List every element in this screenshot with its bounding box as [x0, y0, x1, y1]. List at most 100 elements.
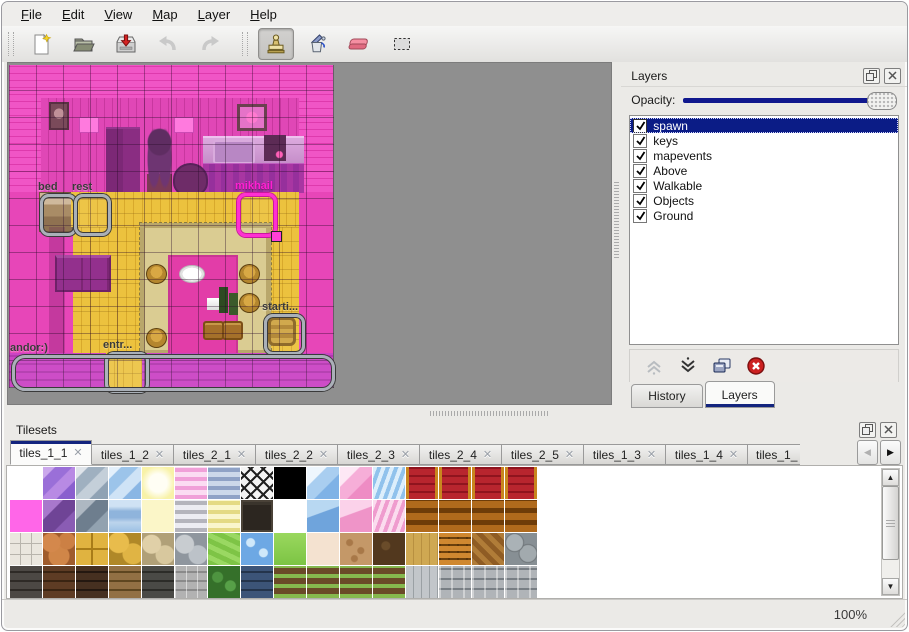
farm-row-tile[interactable] — [340, 566, 372, 598]
tileset-tab-tiles_2_1[interactable]: tiles_2_1✕ — [174, 444, 256, 465]
layer-visible-checkbox[interactable] — [633, 164, 647, 178]
red-band-tile[interactable] — [505, 467, 537, 499]
red-band-tile[interactable] — [472, 467, 504, 499]
lattice-tile[interactable] — [241, 467, 273, 499]
yellow-tile-tile[interactable] — [76, 533, 108, 565]
rect-select-tool-button[interactable] — [384, 28, 420, 60]
sand-tile[interactable] — [307, 533, 339, 565]
close-panel-button[interactable] — [880, 422, 897, 438]
tileset-tab-tiles_2_4[interactable]: tiles_2_4✕ — [420, 444, 502, 465]
opacity-slider[interactable] — [683, 92, 897, 108]
layer-row-Ground[interactable]: Ground — [630, 208, 898, 223]
float-panel-button[interactable] — [863, 68, 880, 84]
toolbar-grip[interactable] — [242, 32, 248, 56]
darkbrown-brick-tile[interactable] — [76, 566, 108, 598]
layer-row-Above[interactable]: Above — [630, 163, 898, 178]
orange-cobble-tile[interactable] — [43, 533, 75, 565]
menu-map[interactable]: Map — [143, 4, 186, 25]
tileset-tab-tiles_2_2[interactable]: tiles_2_2✕ — [256, 444, 338, 465]
layer-visible-checkbox[interactable] — [633, 209, 647, 223]
tileset-tab-tiles_2_3[interactable]: tiles_2_3✕ — [338, 444, 420, 465]
eraser-tool-button[interactable] — [342, 28, 378, 60]
map-object-mikhail[interactable] — [237, 193, 277, 237]
scroll-tabs-left-button[interactable]: ◀ — [857, 440, 878, 465]
brown-brick-tile[interactable] — [43, 566, 75, 598]
menu-help[interactable]: Help — [241, 4, 286, 25]
menu-edit[interactable]: Edit — [53, 4, 93, 25]
purple-glass-tile[interactable] — [43, 467, 75, 499]
water-sparkle-tile[interactable] — [241, 533, 273, 565]
layer-row-Walkable[interactable]: Walkable — [630, 178, 898, 193]
farm-row-tile[interactable] — [373, 566, 405, 598]
white-tile[interactable] — [10, 467, 42, 499]
brown-band-tile[interactable] — [406, 500, 438, 532]
brown-band-tile[interactable] — [472, 500, 504, 532]
tileset-tab-tiles_1_3[interactable]: tiles_1_3✕ — [584, 444, 666, 465]
tileset-view[interactable]: ▲ ▼ — [6, 465, 903, 599]
map-object-rest[interactable] — [74, 194, 111, 236]
tileset-scrollbar[interactable]: ▲ ▼ — [881, 468, 900, 596]
red-band-tile[interactable] — [439, 467, 471, 499]
tileset-tab-tiles_1_2[interactable]: tiles_1_2✕ — [92, 444, 174, 465]
basketweave-tile[interactable] — [439, 533, 471, 565]
tab-close-icon[interactable]: ✕ — [729, 448, 738, 461]
magenta-tile[interactable] — [10, 500, 42, 532]
gray-cobble-tile[interactable] — [175, 533, 207, 565]
splitter-grip[interactable] — [430, 411, 550, 416]
gray-brick2-tile[interactable] — [439, 566, 471, 598]
herringbone-tile[interactable] — [472, 533, 504, 565]
close-panel-button[interactable] — [884, 68, 901, 84]
dark-brick-tile[interactable] — [10, 566, 42, 598]
layer-row-spawn[interactable]: spawn — [630, 118, 898, 133]
map-object-andor[interactable] — [12, 355, 335, 391]
pink-stripes-tile[interactable] — [175, 467, 207, 499]
darkpurple-glass-tile[interactable] — [43, 500, 75, 532]
pink-glass-tile[interactable] — [340, 467, 372, 499]
gray-glass-tile[interactable] — [76, 467, 108, 499]
tab-close-icon[interactable]: ✕ — [401, 448, 410, 461]
delete-layer-button[interactable] — [744, 354, 768, 378]
raise-layer-button[interactable] — [642, 354, 666, 378]
wood-planks-tile[interactable] — [406, 533, 438, 565]
opacity-slider-track[interactable] — [683, 98, 893, 103]
map-object-starti[interactable] — [264, 314, 305, 355]
menu-layer[interactable]: Layer — [189, 4, 240, 25]
vertical-splitter[interactable] — [612, 62, 621, 408]
blue-glass-tile[interactable] — [109, 467, 141, 499]
slate-stripes-tile[interactable] — [208, 467, 240, 499]
brown-band-tile[interactable] — [439, 500, 471, 532]
save-file-button[interactable] — [108, 28, 144, 60]
farm-row-tile[interactable] — [274, 566, 306, 598]
toolbar-grip[interactable] — [8, 32, 14, 56]
gray-brick2-tile[interactable] — [472, 566, 504, 598]
stamp-tool-button[interactable] — [258, 28, 294, 60]
gray-stripes-tile[interactable] — [175, 500, 207, 532]
layer-visible-checkbox[interactable] — [633, 149, 647, 163]
layer-row-keys[interactable]: keys — [630, 133, 898, 148]
tab-close-icon[interactable]: ✕ — [237, 448, 246, 461]
beige-cobble-tile[interactable] — [142, 533, 174, 565]
tab-close-icon[interactable]: ✕ — [155, 448, 164, 461]
yellow-cobble-tile[interactable] — [109, 533, 141, 565]
new-file-button[interactable] — [24, 28, 60, 60]
tab-close-icon[interactable]: ✕ — [647, 448, 656, 461]
blue-brick-tile[interactable] — [241, 566, 273, 598]
scroll-down-button[interactable]: ▼ — [882, 578, 899, 595]
tab-close-icon[interactable]: ✕ — [483, 448, 492, 461]
layer-visible-checkbox[interactable] — [633, 194, 647, 208]
stone-path-tile[interactable] — [10, 533, 42, 565]
gray-brick2-tile[interactable] — [505, 566, 537, 598]
stone-circles-tile[interactable] — [505, 533, 537, 565]
pink-fill-tile[interactable] — [340, 500, 372, 532]
tileset-tab-tiles_1_4[interactable]: tiles_1_4✕ — [666, 444, 748, 465]
fill-tool-button[interactable] — [300, 28, 336, 60]
duplicate-layer-button[interactable] — [710, 354, 734, 378]
layer-visible-checkbox[interactable] — [633, 179, 647, 193]
layer-visible-checkbox[interactable] — [633, 119, 647, 133]
horizontal-splitter[interactable] — [2, 408, 907, 419]
blue-glass2-tile[interactable] — [307, 467, 339, 499]
tab-close-icon[interactable]: ✕ — [319, 448, 328, 461]
black-tile[interactable] — [274, 467, 306, 499]
object-resize-handle[interactable] — [271, 231, 282, 242]
water-tile[interactable] — [109, 500, 141, 532]
